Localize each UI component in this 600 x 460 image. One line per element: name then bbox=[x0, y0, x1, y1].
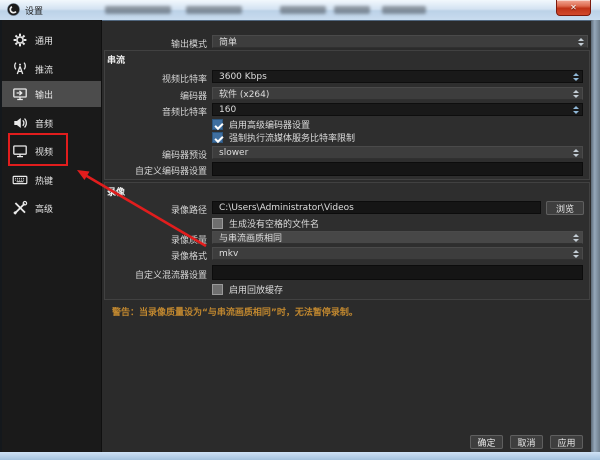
no-space-filename-checkbox[interactable] bbox=[212, 218, 223, 229]
settings-sidebar: 通用 推流 输出 音频 bbox=[2, 20, 102, 452]
custom-muxer-label: 自定义混流器设置 bbox=[104, 268, 207, 281]
enforce-bitrate-checkbox[interactable] bbox=[212, 132, 223, 143]
sidebar-item-label: 输出 bbox=[35, 88, 53, 101]
ok-button[interactable]: 确定 bbox=[470, 435, 503, 449]
replay-buffer-checkbox[interactable] bbox=[212, 284, 223, 295]
enable-advanced-encoder-row: 启用高级编码器设置 bbox=[212, 118, 310, 131]
output-mode-value: 简单 bbox=[219, 35, 237, 48]
output-monitor-icon bbox=[12, 86, 28, 102]
recording-path-label: 录像路径 bbox=[104, 203, 207, 216]
speaker-icon bbox=[12, 115, 28, 131]
close-button[interactable]: ✕ bbox=[556, 0, 591, 16]
settings-window: 设置 ✕ 通用 推流 bbox=[0, 0, 600, 460]
video-bitrate-value: 3600 Kbps bbox=[219, 72, 267, 82]
chevron-updown-icon bbox=[573, 149, 579, 157]
output-mode-label: 输出模式 bbox=[104, 37, 207, 50]
sidebar-item-label: 高级 bbox=[35, 202, 53, 215]
tools-icon bbox=[12, 200, 28, 216]
sidebar-item-stream[interactable]: 推流 bbox=[2, 56, 101, 82]
encoder-select[interactable]: 软件 (x264) bbox=[212, 87, 583, 100]
sidebar-item-label: 音频 bbox=[35, 117, 53, 130]
sidebar-item-output[interactable]: 输出 bbox=[2, 81, 101, 107]
replay-buffer-label: 启用回放缓存 bbox=[229, 283, 283, 296]
no-space-filename-label: 生成没有空格的文件名 bbox=[229, 217, 319, 230]
blurred-watermark bbox=[382, 6, 426, 14]
chevron-updown-icon bbox=[573, 234, 579, 242]
window-title: 设置 bbox=[25, 4, 43, 17]
chevron-updown-icon bbox=[578, 38, 584, 46]
chevron-updown-icon bbox=[573, 250, 579, 258]
recording-path-input[interactable]: C:\Users\Administrator\Videos bbox=[212, 201, 541, 214]
enable-advanced-encoder-label: 启用高级编码器设置 bbox=[229, 118, 310, 131]
spinner-updown-icon bbox=[573, 106, 579, 114]
window-frame-right bbox=[591, 20, 600, 452]
spinner-updown-icon bbox=[573, 73, 579, 81]
obs-logo-icon bbox=[7, 3, 20, 16]
broadcast-icon bbox=[12, 61, 28, 77]
custom-muxer-input[interactable] bbox=[212, 265, 583, 280]
window-frame-bottom bbox=[0, 452, 600, 460]
blurred-watermark bbox=[186, 6, 242, 14]
custom-encoder-label: 自定义编码器设置 bbox=[104, 164, 207, 177]
recording-format-select[interactable]: mkv bbox=[212, 247, 583, 260]
stream-section-title: 串流 bbox=[107, 53, 125, 66]
blurred-watermark bbox=[334, 6, 370, 14]
encoder-label: 编码器 bbox=[104, 89, 207, 102]
video-bitrate-label: 视频比特率 bbox=[104, 72, 207, 85]
recording-quality-label: 录像质量 bbox=[104, 233, 207, 246]
browse-button[interactable]: 浏览 bbox=[546, 201, 584, 215]
sidebar-item-advanced[interactable]: 高级 bbox=[2, 195, 101, 221]
audio-bitrate-select[interactable]: 160 bbox=[212, 103, 583, 116]
blurred-watermark bbox=[105, 6, 171, 14]
encoder-preset-label: 编码器预设 bbox=[104, 148, 207, 161]
encoder-preset-select[interactable]: slower bbox=[212, 146, 583, 159]
recording-format-label: 录像格式 bbox=[104, 249, 207, 262]
sidebar-item-label: 推流 bbox=[35, 63, 53, 76]
no-space-filename-row: 生成没有空格的文件名 bbox=[212, 217, 319, 230]
encoder-preset-value: slower bbox=[219, 148, 248, 158]
sidebar-item-label: 热键 bbox=[35, 174, 53, 187]
annotation-highlight-box bbox=[8, 133, 68, 166]
gear-icon bbox=[12, 32, 28, 48]
enable-advanced-encoder-checkbox[interactable] bbox=[212, 119, 223, 130]
titlebar: 设置 ✕ bbox=[0, 0, 600, 21]
keyboard-icon bbox=[12, 172, 28, 188]
apply-button[interactable]: 应用 bbox=[550, 435, 583, 449]
enforce-bitrate-row: 强制执行流媒体服务比特率限制 bbox=[212, 131, 355, 144]
sidebar-item-hotkeys[interactable]: 热键 bbox=[2, 167, 101, 193]
audio-bitrate-label: 音频比特率 bbox=[104, 105, 207, 118]
cancel-button[interactable]: 取消 bbox=[510, 435, 543, 449]
sidebar-item-general[interactable]: 通用 bbox=[2, 27, 101, 53]
sidebar-item-label: 通用 bbox=[35, 34, 53, 47]
audio-bitrate-value: 160 bbox=[219, 105, 236, 115]
output-mode-select[interactable]: 简单 bbox=[212, 35, 588, 48]
enforce-bitrate-label: 强制执行流媒体服务比特率限制 bbox=[229, 131, 355, 144]
replay-buffer-row: 启用回放缓存 bbox=[212, 283, 283, 296]
recording-quality-value: 与串流画质相同 bbox=[219, 231, 282, 244]
recording-quality-warning: 警告：当录像质量设为“与串流画质相同”时，无法暂停录制。 bbox=[112, 305, 358, 318]
blurred-watermark bbox=[280, 6, 326, 14]
recording-format-value: mkv bbox=[219, 249, 238, 259]
video-bitrate-spinner[interactable]: 3600 Kbps bbox=[212, 70, 583, 83]
recording-quality-select[interactable]: 与串流画质相同 bbox=[212, 231, 583, 244]
recording-path-value: C:\Users\Administrator\Videos bbox=[219, 203, 354, 213]
recording-section-title: 录像 bbox=[107, 185, 125, 198]
custom-encoder-input[interactable] bbox=[212, 162, 583, 176]
encoder-value: 软件 (x264) bbox=[219, 87, 269, 100]
chevron-updown-icon bbox=[573, 90, 579, 98]
